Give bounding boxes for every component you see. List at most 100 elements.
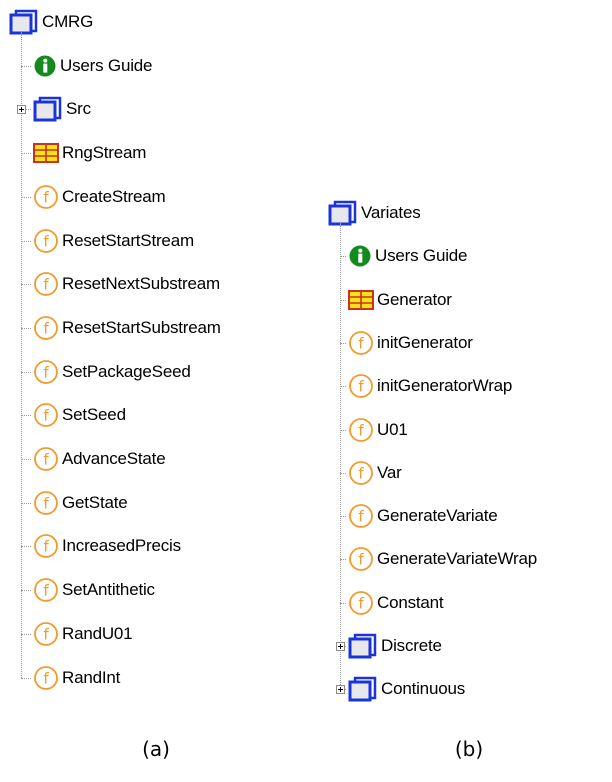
folder-icon [33,97,62,122]
caption-a: (a) [142,737,170,761]
tree-branch-line [21,240,31,242]
tree-item[interactable]: f ResetNextSubstream [33,268,220,300]
tree-branch-line [21,153,31,155]
tree-item[interactable]: f SetAntithetic [33,574,155,606]
tree-item[interactable]: f SetSeed [33,399,126,431]
tree-item-label: RandU01 [62,623,133,643]
caption-b: (b) [454,737,484,761]
tree-item[interactable]: RngStream [33,137,146,169]
expand-toggle[interactable] [336,642,345,651]
tree-item[interactable]: f initGenerator [348,327,473,359]
tree-item-label: RandInt [62,667,121,687]
tree-item-label: Src [66,99,91,119]
tree-branch-line [21,65,31,67]
tree-branch-line [340,602,346,604]
tree-item-label: GenerateVariate [377,506,498,526]
tree-panel-b: Variates Users Guide Generator f initGenerat… [328,197,612,727]
tree-root-label: Variates [361,203,421,222]
tree-branch-line [340,516,346,518]
tree-item-label: Constant [377,592,444,612]
tree-item[interactable]: f GetState [33,487,128,519]
tree-item-label: IncreasedPrecis [62,536,181,556]
tree-item[interactable]: Discrete [348,630,442,662]
tree-item[interactable]: Generator [348,284,452,316]
svg-text:f: f [43,625,49,643]
function-icon: f [34,184,58,209]
function-icon: f [34,490,58,515]
tree-item-label: Users Guide [60,55,153,75]
tree-item-label: Continuous [381,679,466,699]
svg-text:f: f [43,538,49,556]
tree-item[interactable]: Src [33,93,91,125]
tree-item-label: ResetStartStream [62,230,194,250]
function-icon: f [349,547,373,572]
folder-icon [348,677,377,702]
tree-item[interactable]: Users Guide [33,50,152,82]
tree-item[interactable]: f ResetStartStream [33,225,194,257]
tree-branch-line [21,633,31,635]
folder-icon [328,200,357,226]
svg-text:f: f [43,363,49,381]
tree-branch-line [21,590,31,592]
tree-item-label: initGeneratorWrap [377,376,513,396]
function-icon: f [349,460,373,485]
function-icon: f [34,534,58,559]
function-icon: f [349,590,373,615]
tree-branch-line [21,196,31,198]
tree-branch-line [340,472,346,474]
folder-icon [9,9,38,35]
tree-item-label: initGenerator [377,332,473,352]
tree-item-label: SetPackageSeed [62,361,191,381]
function-icon: f [34,621,58,646]
tree-item[interactable]: f GenerateVariate [348,500,498,532]
tree-item[interactable]: f RandU01 [33,618,133,650]
tree-item[interactable]: f U01 [348,414,408,446]
tree-branch-line [21,327,31,329]
tree-item-label: AdvanceState [62,449,166,468]
tree-item[interactable]: f Constant [348,587,444,619]
tree-item[interactable]: f AdvanceState [33,443,166,475]
tree-item-label: GenerateVariateWrap [377,549,537,569]
svg-text:f: f [43,582,49,600]
function-icon: f [34,272,58,297]
svg-text:f: f [358,594,364,612]
svg-text:f: f [358,464,364,482]
folder-icon [348,633,377,659]
tree-item[interactable]: f IncreasedPrecis [33,530,181,562]
tree-item[interactable]: f ResetStartSubstream [33,312,221,344]
tree-item[interactable]: f SetPackageSeed [33,356,191,388]
tree-item-label: Discrete [381,636,442,655]
svg-text:f: f [358,421,364,439]
tree-branch-line [340,386,346,388]
function-icon: f [34,403,58,428]
tree-item-label: RngStream [62,143,147,163]
function-icon: f [349,504,373,528]
svg-text:f: f [43,451,49,469]
tree-item[interactable]: f Var [348,457,402,489]
tree-item[interactable]: f GenerateVariateWrap [348,543,537,575]
tree-branch-line [21,284,31,286]
svg-text:f: f [358,508,364,526]
tree-branch-line [340,429,346,431]
tree-branch-line [340,559,346,561]
tree-item-label: U01 [377,419,408,439]
tree-item[interactable]: Continuous [348,673,465,705]
svg-text:f: f [43,319,49,337]
tree-branch-line [340,256,346,258]
class-icon [33,143,59,164]
tree-item[interactable]: f initGeneratorWrap [348,370,512,402]
tree-branch-line [21,677,31,679]
svg-text:f: f [43,494,49,512]
expand-toggle[interactable] [17,105,26,115]
tree-branch-line [21,502,31,504]
tree-root-tree_b[interactable]: Variates [328,197,421,229]
tree-branch-line [21,546,31,548]
tree-connector-line [340,223,341,690]
expand-toggle[interactable] [336,685,345,695]
tree-item-label: Users Guide [375,246,468,266]
function-icon: f [349,330,373,355]
tree-item[interactable]: f RandInt [33,662,120,694]
tree-item[interactable]: Users Guide [348,240,467,272]
tree-item-label: ResetStartSubstream [62,317,221,337]
tree-item[interactable]: f CreateStream [33,181,166,213]
